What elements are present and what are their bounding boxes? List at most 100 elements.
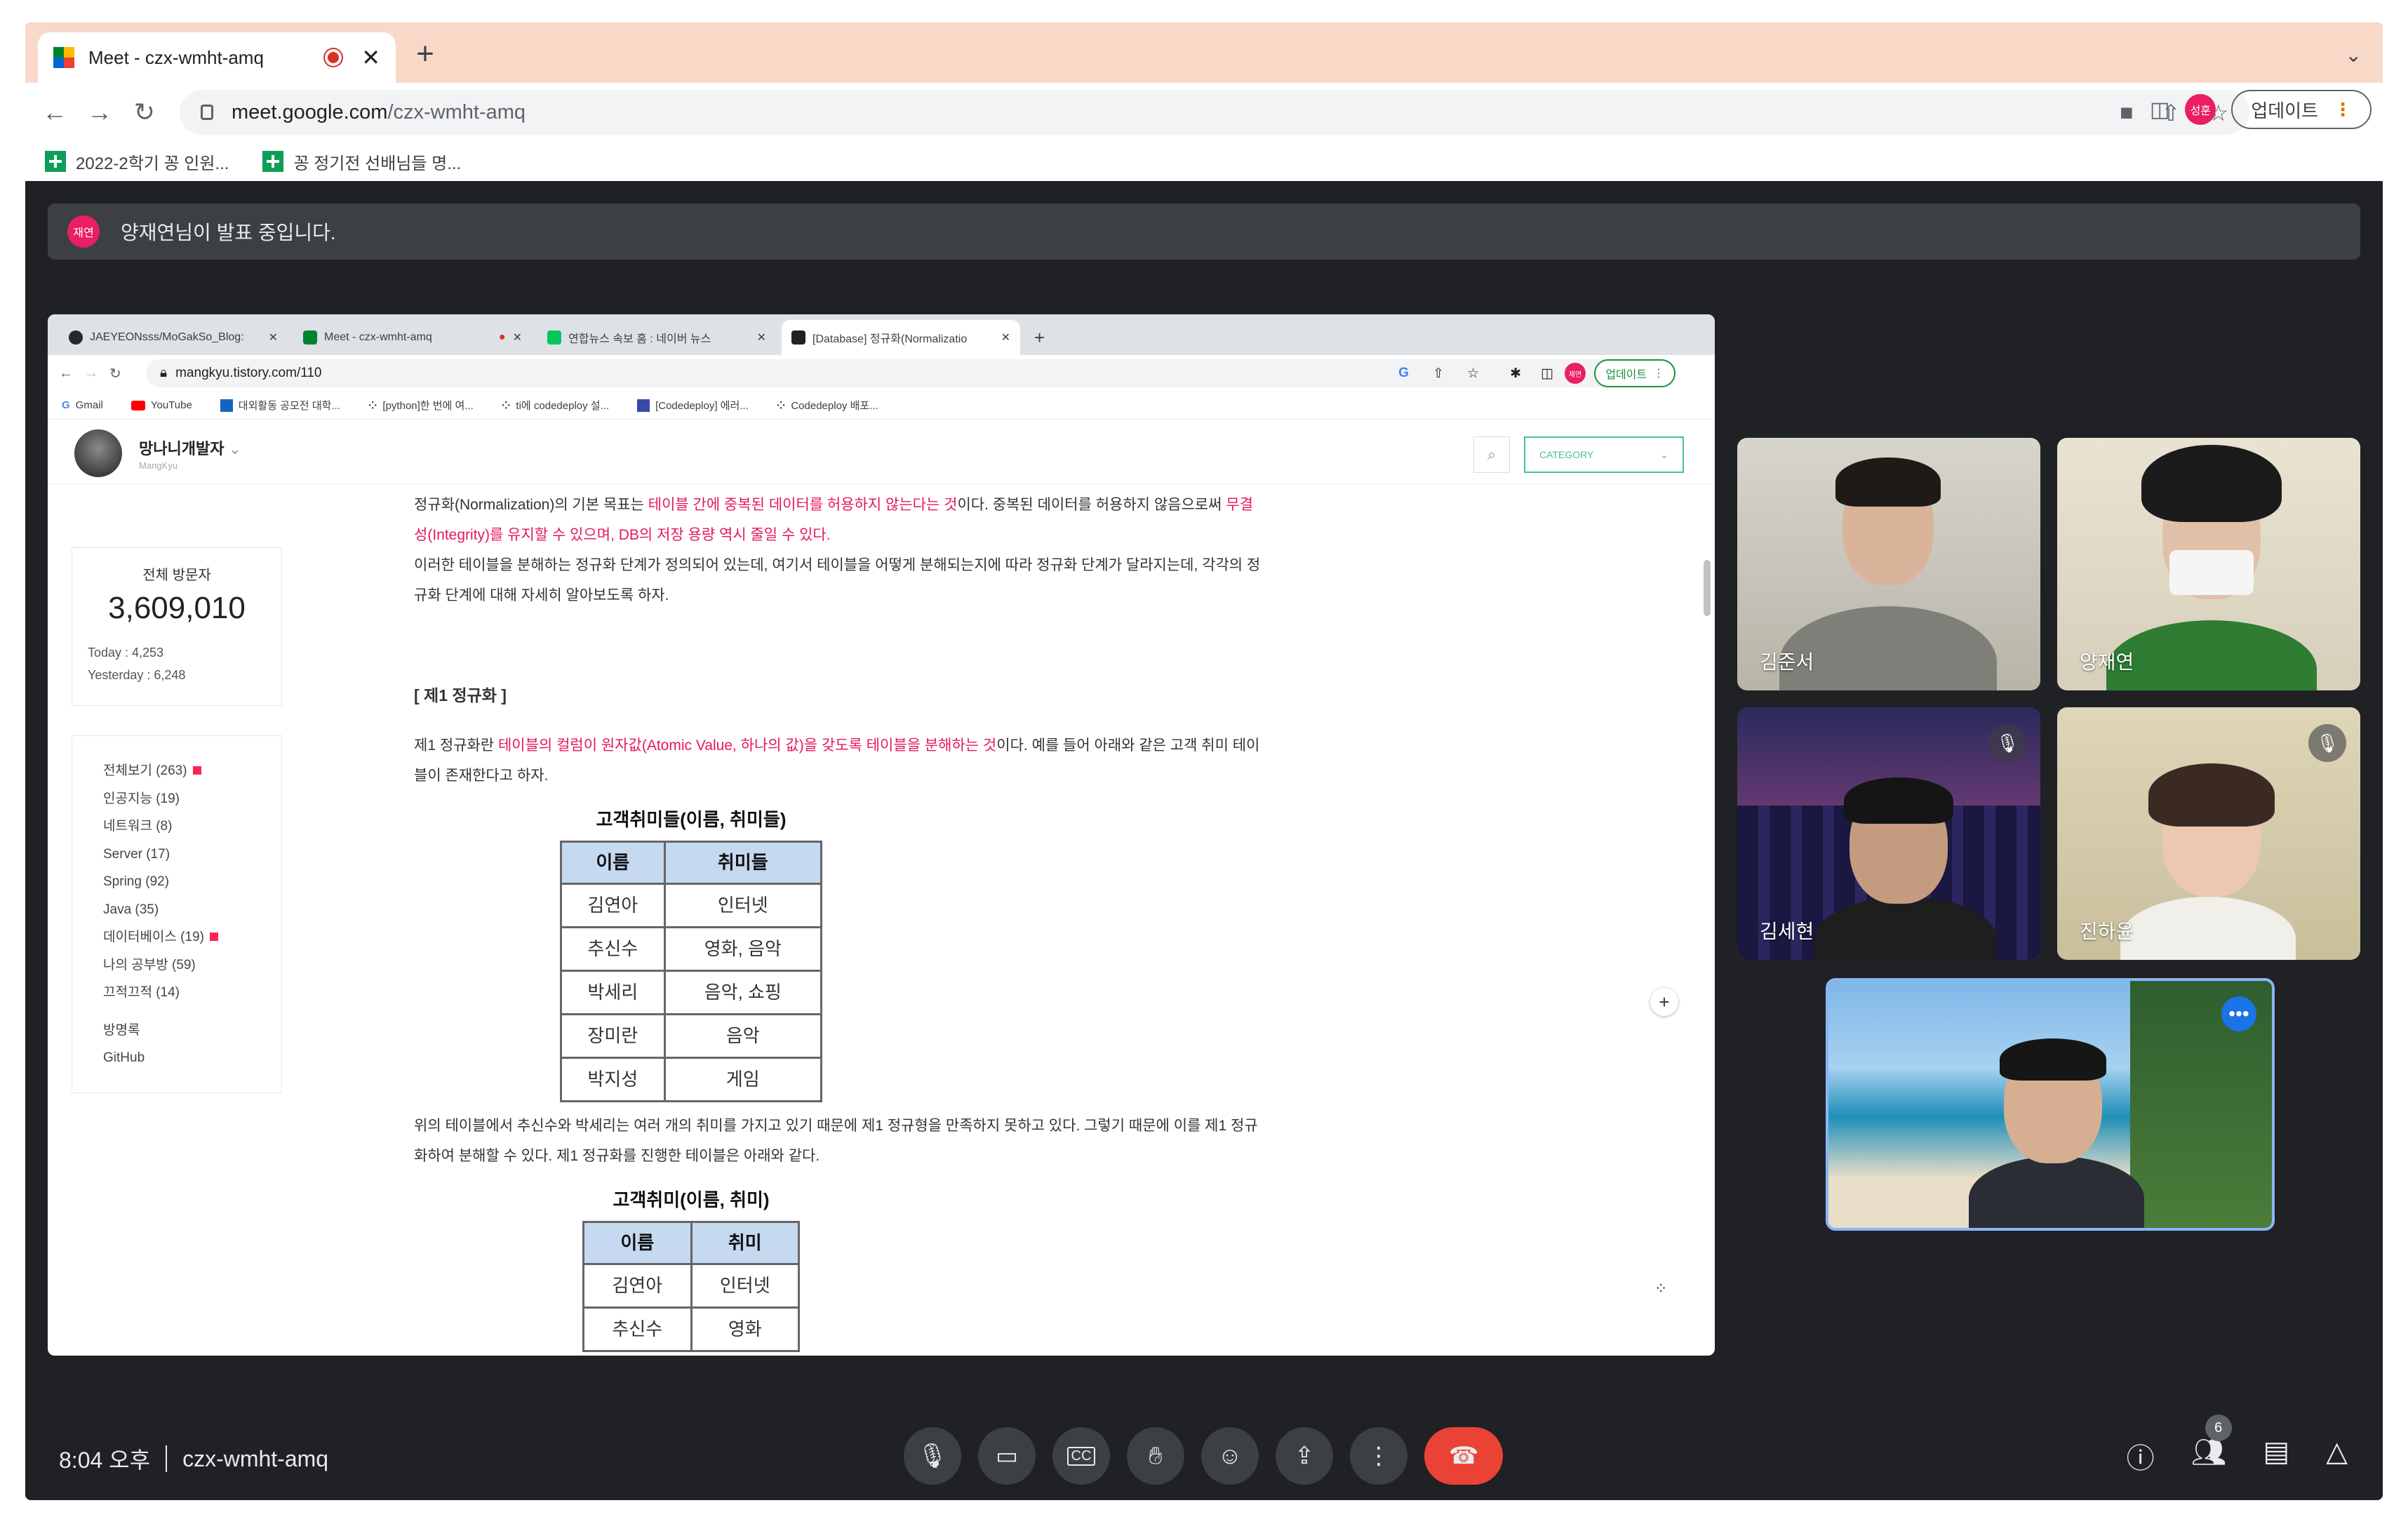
bookmark-label: [python]한 번에 여... <box>382 400 474 412</box>
raise-hand-button[interactable]: ✋︎ <box>1127 1427 1184 1485</box>
new-badge-icon <box>209 933 218 941</box>
tab-meet[interactable]: Meet - czx-wmht-amq ✕ <box>38 32 396 83</box>
shared-tab: JAEYEONsss/MoGakSo_Blog: ✕ <box>59 320 288 355</box>
category-item: 데이터베이스 (19) <box>103 923 281 951</box>
category-label: 전체보기 (263) <box>103 763 187 778</box>
visitors-yesterday: Yesterday : 6,248 <box>88 668 186 682</box>
participant-tile[interactable]: 양재연 <box>2057 438 2360 690</box>
person-hair <box>1844 777 1953 824</box>
tistory-icon: ⁘ <box>501 399 511 412</box>
tistory-icon: ⁘ <box>1654 1280 1668 1297</box>
bookmark-item[interactable]: 꽁 정기전 선배님들 명... <box>262 149 461 174</box>
call-controls: 🎙︎ ▭ CC ✋︎ ☺ ⇪ ⋮ ☎︎ <box>904 1427 1503 1485</box>
participant-tile[interactable]: 김준서 <box>1737 438 2040 690</box>
shared-update-label: 업데이트 <box>1605 369 1647 381</box>
end-call-button[interactable]: ☎︎ <box>1424 1427 1503 1485</box>
activities-button[interactable]: △ <box>2326 1436 2348 1476</box>
close-icon: ✕ <box>756 332 766 344</box>
shared-screen: JAEYEONsss/MoGakSo_Blog: ✕ Meet - czx-wmh… <box>48 314 1715 1356</box>
text: 제1 정규화란 <box>414 737 498 754</box>
url-host: meet.google.com <box>232 100 388 123</box>
forward-icon[interactable]: → <box>77 98 122 127</box>
extensions-icon: ✱ <box>1510 366 1521 381</box>
camera-button[interactable]: ▭ <box>978 1427 1036 1485</box>
shared-tab-label: JAEYEONsss/MoGakSo_Blog: <box>90 331 244 343</box>
present-button[interactable]: ⇪ <box>1276 1427 1333 1485</box>
visitor-box: 전체 방문자 3,609,010 Today : 4,253 Yesterday … <box>72 547 282 706</box>
self-view-tile[interactable]: ••• <box>1826 978 2275 1231</box>
update-button[interactable]: 업데이트 ⋮ <box>2231 90 2372 129</box>
back-icon: ← <box>59 365 73 381</box>
banner-text: 양재연님이 발표 중입니다. <box>121 222 336 243</box>
person-body <box>2106 620 2317 690</box>
shared-tab: 연합뉴스 속보 홈 : 네이버 뉴스 ✕ <box>537 320 776 355</box>
back-icon[interactable]: ← <box>32 98 77 127</box>
google-g-icon: G <box>62 399 70 411</box>
address-bar[interactable]: meet.google.com/czx-wmht-amq ■ ⇧ ☆ <box>180 90 2249 135</box>
sheets-icon <box>262 151 284 172</box>
table-cell: 영화 <box>690 1306 800 1352</box>
tab-search-chevron-icon[interactable]: ⌄ <box>2346 44 2362 67</box>
table-row: 박지성 게임 <box>560 1057 823 1102</box>
microphone-button[interactable]: 🎙︎ <box>904 1427 961 1485</box>
shared-update-button: 업데이트 ⋮ <box>1594 359 1675 387</box>
bookmark-label: Gmail <box>75 399 103 411</box>
reload-icon[interactable]: ↻ <box>122 98 167 127</box>
visitors-today: Today : 4,253 <box>88 646 164 660</box>
visitors-label: 전체 방문자 <box>142 568 211 583</box>
table-cell: 장미란 <box>560 1013 666 1059</box>
category-item: 전체보기 (263) <box>103 757 281 785</box>
google-icon: G <box>1398 366 1409 380</box>
table-row: 김연아 인터넷 <box>560 883 823 928</box>
lock-icon: 🔒︎ <box>160 366 168 380</box>
blog-header: 망나니개발자 ⌄ MangKyu ⌕ CATEGORY ⌄ <box>48 420 1715 484</box>
table-row: 추신수 영화, 음악 <box>560 926 823 972</box>
table-header-row: 이름 취미들 <box>560 841 823 885</box>
reload-icon: ↻ <box>109 366 121 382</box>
person-hair <box>2000 1038 2106 1081</box>
shared-new-tab-icon: + <box>1034 326 1045 348</box>
category-item: Spring (92) <box>103 874 169 889</box>
bookmark-label: 대외활동 공모전 대학... <box>238 400 340 412</box>
table-cell: 음악, 쇼핑 <box>663 970 823 1015</box>
captions-button[interactable]: CC <box>1052 1427 1110 1485</box>
tistory-icon <box>791 330 805 345</box>
bookmark-label: ti에 codedeploy 설... <box>516 400 610 412</box>
table-header: 이름 <box>582 1221 693 1265</box>
menu-dots-icon: ⋮ <box>2334 98 2352 120</box>
participant-tile[interactable]: 🎙︎ 김세현 <box>1737 707 2040 960</box>
meeting-details-button[interactable]: ⓘ <box>2127 1436 2155 1476</box>
close-tab-icon[interactable]: ✕ <box>361 44 380 71</box>
shared-toolbar: ← → ↻ 🔒︎ mangkyu.tistory.com/110 G ⇧ ☆ ✱… <box>48 355 1715 392</box>
highlight-text: 성(Integrity)를 유지할 수 있으며, DB의 저장 용량 역시 줄일… <box>414 527 831 543</box>
hobbies-table: 이름 취미들 김연아 인터넷 추신수 영화, 음악 박세리 음악, 쇼핑 장미란 음악 박… <box>560 841 823 1102</box>
table-cell: 박세리 <box>560 970 666 1015</box>
participant-name: 양재연 <box>2080 651 2134 673</box>
bookmark-item: 대외활동 공모전 대학... <box>220 398 340 413</box>
new-tab-button[interactable]: + <box>404 36 446 72</box>
table-row: 박세리 음악, 쇼핑 <box>560 970 823 1015</box>
forward-icon: → <box>84 365 98 381</box>
blog-page: 망나니개발자 ⌄ MangKyu ⌕ CATEGORY ⌄ 전체 방문자 3,60… <box>48 420 1715 1356</box>
more-options-icon[interactable]: ••• <box>2221 996 2256 1031</box>
reactions-button[interactable]: ☺ <box>1201 1427 1259 1485</box>
bookmark-item[interactable]: 2022-2학기 꽁 인원... <box>45 149 229 174</box>
table-cell: 영화, 음악 <box>663 926 823 972</box>
participant-tile[interactable]: 🎙︎ 진하윤 <box>2057 707 2360 960</box>
side-panel-icon[interactable]: ◫ <box>2150 98 2169 122</box>
camera-icon[interactable]: ■ <box>2120 100 2133 126</box>
video-camera-icon: ▭ <box>995 1443 1019 1469</box>
shared-tab: Meet - czx-wmht-amq ● ✕ <box>293 320 532 355</box>
chat-button[interactable]: ▤ <box>2263 1436 2289 1476</box>
more-vert-icon: ⋮ <box>1367 1443 1391 1469</box>
more-options-button[interactable]: ⋮ <box>1350 1427 1407 1485</box>
table-cell: 추신수 <box>560 926 666 972</box>
profile-avatar[interactable]: 성훈 <box>2185 94 2216 125</box>
table-cell: 인터넷 <box>690 1263 800 1309</box>
category-item: 끄적끄적 (14) <box>103 985 180 1000</box>
category-list: 전체보기 (263) 인공지능 (19) 네트워크 (8) Server (17… <box>72 735 282 1093</box>
side-controls: ⓘ 6 👥︎ ▤ △ <box>2127 1415 2348 1476</box>
people-button[interactable]: 6 👥︎ <box>2191 1415 2232 1476</box>
microphone-icon: 🎙︎ <box>917 1443 948 1469</box>
mic-off-icon: 🎙︎ <box>1988 724 2026 762</box>
